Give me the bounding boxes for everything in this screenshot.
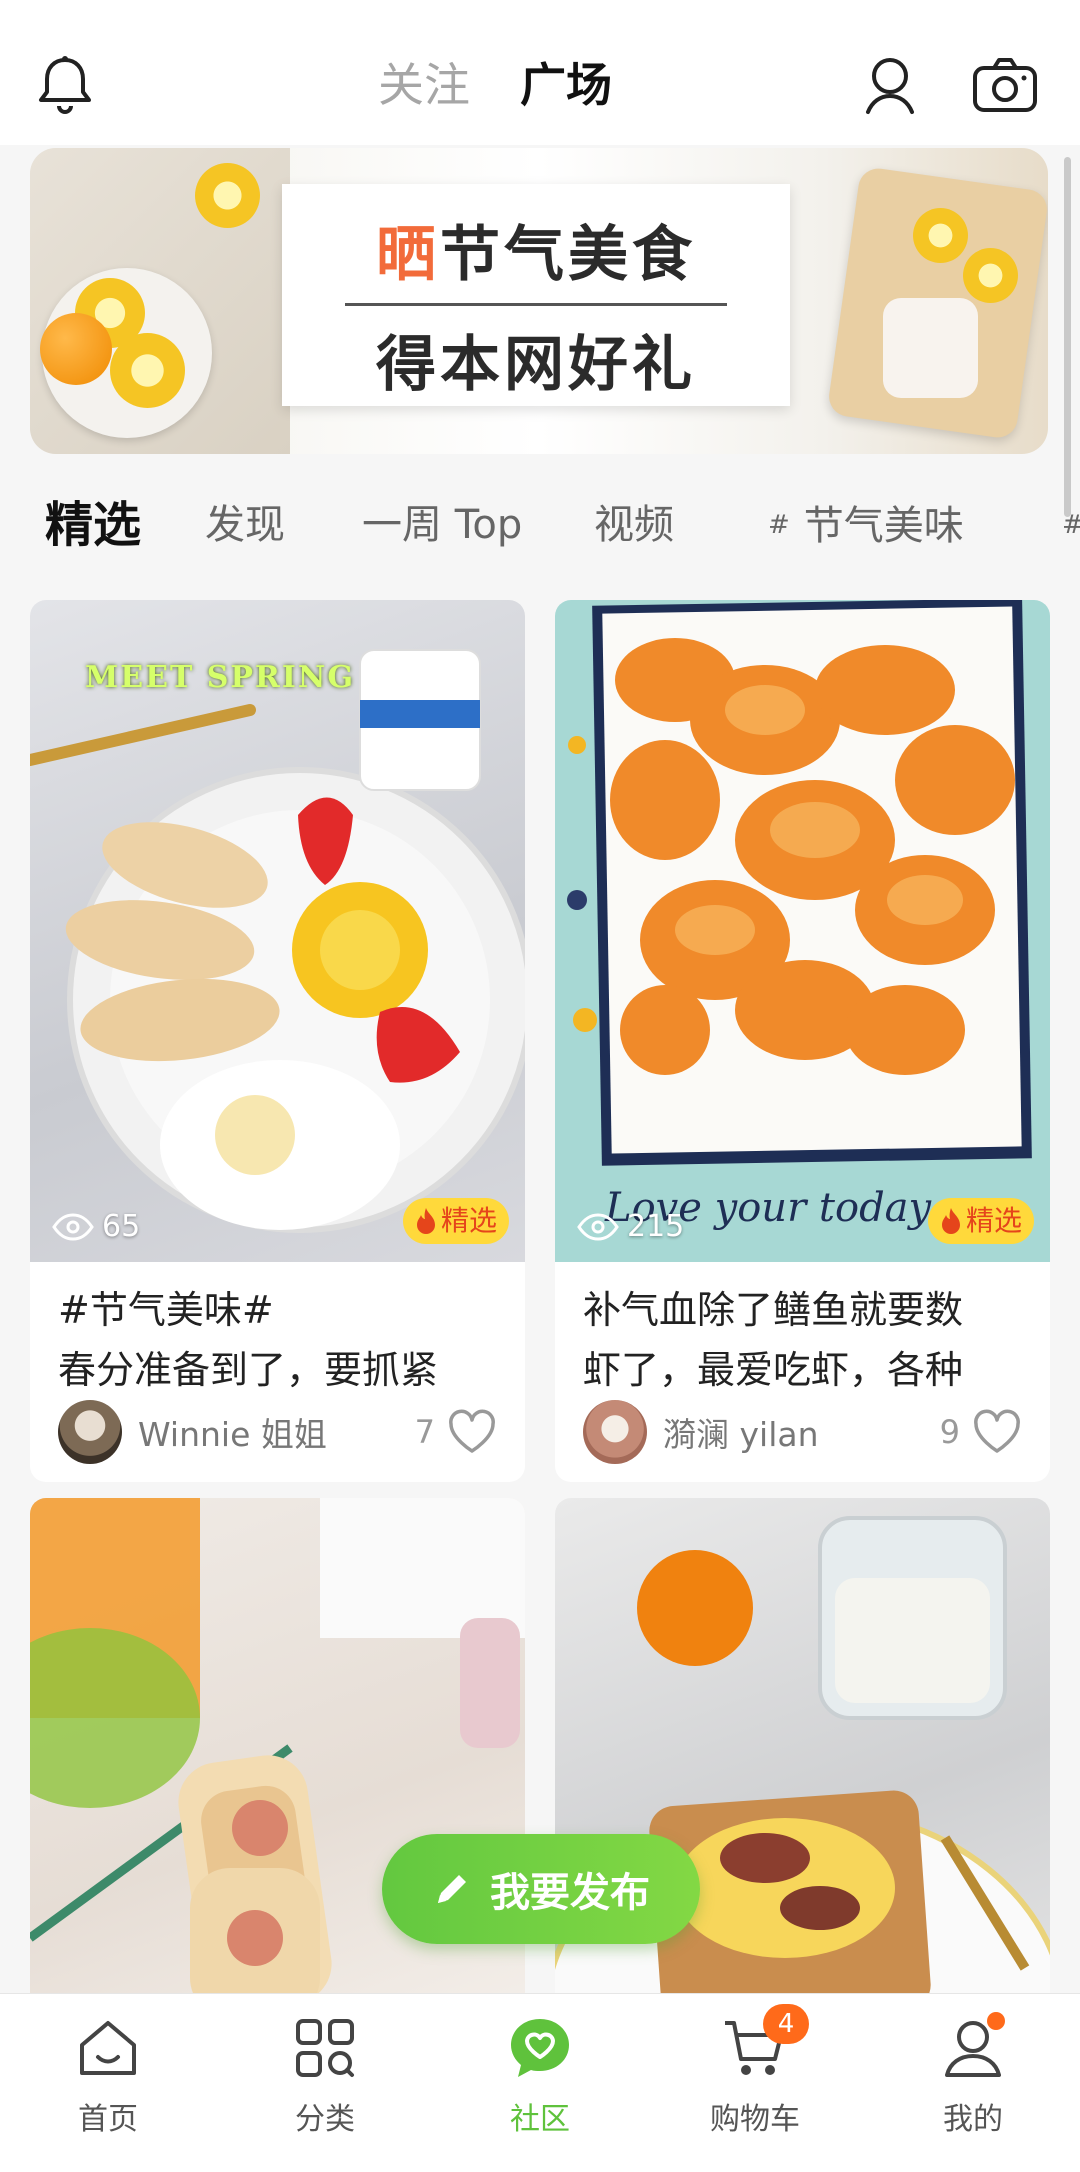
author-name[interactable]: 漪澜 yilan <box>663 1408 940 1456</box>
fire-icon <box>941 1208 960 1234</box>
hashtag-icon: # <box>768 510 790 540</box>
nav-home[interactable]: 首页 <box>28 2008 188 2138</box>
user-icon[interactable] <box>850 45 930 125</box>
bell-icon[interactable] <box>25 45 105 125</box>
tab-square[interactable]: 广场 <box>520 50 612 120</box>
banner-divider <box>345 303 727 306</box>
featured-badge: 精选 <box>927 1198 1034 1244</box>
category-tabs: 精选 发现 一周 Top 视频 # 节气美味 # <box>0 490 1080 560</box>
view-count-value: 215 <box>627 1209 685 1244</box>
banner-headline-text: 节气美食 <box>440 220 696 290</box>
tab-label: 节气美味 <box>803 503 964 549</box>
view-count: 215 <box>577 1209 684 1244</box>
heart-icon[interactable] <box>447 1409 497 1455</box>
post-title-line: 补气血除了鳝鱼就要数 <box>583 1288 964 1332</box>
image-caption: MEET SPRING <box>85 660 355 695</box>
cart-count-badge: 4 <box>763 2004 809 2044</box>
nav-label: 购物车 <box>710 2102 800 2137</box>
scrollbar[interactable] <box>1064 157 1071 517</box>
community-icon <box>500 2008 580 2088</box>
lemon-image <box>110 333 185 408</box>
top-bar: 关注 广场 <box>0 0 1080 145</box>
post-title[interactable]: #节气美味# 春分准备到了，要抓紧 <box>30 1262 525 1400</box>
tab-weekly-top[interactable]: 一周 Top <box>362 490 522 560</box>
fire-icon <box>416 1208 435 1234</box>
eye-icon <box>52 1212 94 1241</box>
like-count: 9 <box>939 1413 960 1451</box>
top-segment-tabs: 关注 广场 <box>378 50 612 120</box>
promo-banner[interactable]: 晒节气美食 得本网好礼 <box>30 148 1048 454</box>
tab-featured[interactable]: 精选 <box>45 490 141 560</box>
post-image[interactable]: Love your today 215 精选 <box>555 600 1050 1262</box>
avatar[interactable] <box>583 1400 647 1464</box>
view-count: 65 <box>52 1209 140 1244</box>
banner-bowl-image <box>883 298 978 398</box>
lemon-image <box>913 208 968 263</box>
feed-card[interactable]: MEET SPRING 65 精选 #节气美味# 春分准备到了，要抓紧 Winn… <box>30 600 525 1482</box>
nav-label: 首页 <box>78 2102 138 2137</box>
nav-category[interactable]: 分类 <box>245 2008 405 2138</box>
banner-headline: 晒节气美食 <box>282 206 790 293</box>
nav-profile[interactable]: 我的 <box>893 2008 1053 2138</box>
nav-community[interactable]: 社区 <box>460 2008 620 2138</box>
nav-label: 分类 <box>295 2102 355 2137</box>
nav-label: 社区 <box>510 2102 570 2137</box>
tab-label: 精选 <box>45 497 142 553</box>
banner-highlight-char: 晒 <box>376 220 440 290</box>
nav-label: 我的 <box>943 2102 1003 2137</box>
tab-video[interactable]: 视频 <box>594 490 674 560</box>
bottom-navigation: 首页 分类 社区 4 购物车 我的 <box>0 1993 1080 2172</box>
lemon-image <box>195 163 260 228</box>
profile-icon <box>933 2008 1013 2088</box>
cart-icon: 4 <box>715 2004 809 2088</box>
nav-cart[interactable]: 4 购物车 <box>675 2004 835 2138</box>
dumpling-plate-image <box>30 649 525 1233</box>
view-count-value: 65 <box>102 1209 141 1244</box>
tab-discover[interactable]: 发现 <box>205 490 285 560</box>
post-title[interactable]: 补气血除了鳝鱼就要数 虾了，最爱吃虾，各种 <box>555 1262 1050 1400</box>
orange-image <box>40 313 112 385</box>
badge-label: 精选 <box>440 1204 497 1237</box>
badge-label: 精选 <box>965 1204 1022 1237</box>
grid-icon <box>285 2008 365 2088</box>
like-count: 7 <box>414 1413 435 1451</box>
camera-icon[interactable] <box>965 45 1045 125</box>
feed-card[interactable]: Love your today 215 精选 补气血除了鳝鱼就要数 虾了，最爱吃… <box>555 600 1050 1482</box>
publish-button-label: 我要发布 <box>490 1870 650 1916</box>
shrimp-plate-image <box>567 600 1032 1166</box>
lemon-image <box>963 248 1018 303</box>
post-image[interactable]: MEET SPRING 65 精选 <box>30 600 525 1262</box>
post-meta: 漪澜 yilan 9 <box>555 1382 1050 1482</box>
eye-icon <box>577 1212 619 1241</box>
featured-badge: 精选 <box>402 1198 509 1244</box>
tab-next-topic[interactable]: # <box>1062 490 1080 561</box>
banner-subline: 得本网好礼 <box>376 330 696 400</box>
tab-follow[interactable]: 关注 <box>378 50 470 120</box>
heart-icon[interactable] <box>972 1409 1022 1455</box>
pencil-icon <box>438 1875 466 1903</box>
avatar[interactable] <box>58 1400 122 1464</box>
notification-dot <box>987 2012 1005 2030</box>
tab-solar-term-flavors[interactable]: # 节气美味 <box>768 490 964 561</box>
publish-button[interactable]: 我要发布 <box>382 1834 700 1944</box>
home-icon <box>68 2008 148 2088</box>
post-meta: Winnie 姐姐 7 <box>30 1382 525 1482</box>
hashtag-icon: # <box>1062 510 1080 540</box>
post-title-line: #节气美味# <box>58 1288 274 1332</box>
banner-text-card: 晒节气美食 得本网好礼 <box>282 184 790 406</box>
author-name[interactable]: Winnie 姐姐 <box>138 1408 415 1456</box>
